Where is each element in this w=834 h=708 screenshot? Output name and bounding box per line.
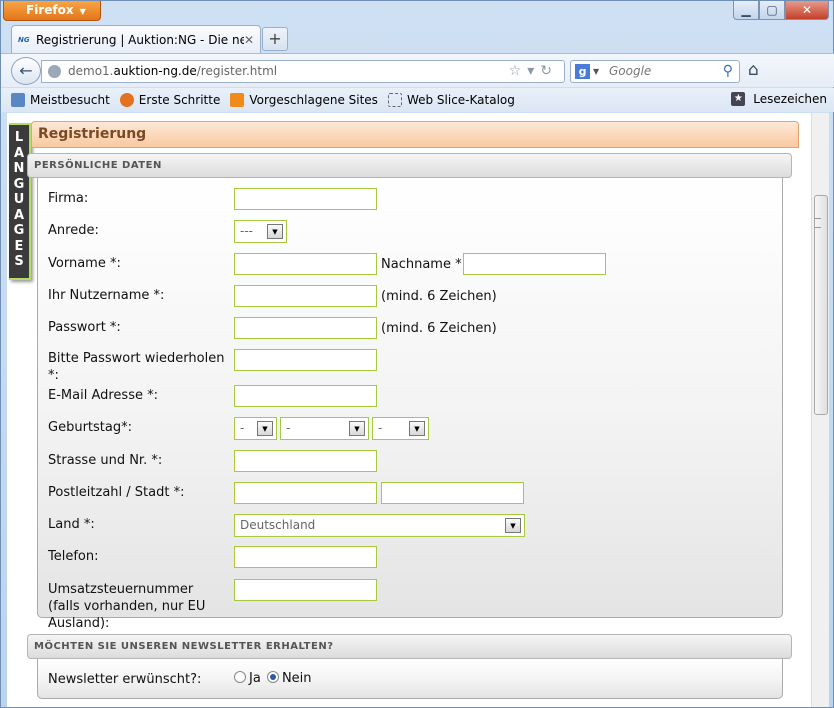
tab-registrierung[interactable]: NG Registrierung | Auktion:NG - Die neue…	[11, 25, 261, 53]
back-button[interactable]: ←	[11, 57, 41, 85]
page-scrollbar[interactable]	[811, 113, 829, 707]
email-input[interactable]	[234, 385, 377, 407]
scrollbar-thumb[interactable]	[814, 195, 828, 415]
plz-input[interactable]	[234, 482, 377, 504]
site-favicon-icon: NG	[18, 35, 30, 44]
google-icon[interactable]: g	[575, 64, 590, 79]
bookmark-meistbesucht[interactable]: Meistbesucht	[11, 93, 110, 107]
birthday-day-select[interactable]: - ▼	[234, 417, 277, 440]
close-tab-icon[interactable]: ✕	[244, 33, 254, 47]
label-plz-stadt: Postleitzahl / Stadt *:	[48, 485, 185, 500]
languages-tab[interactable]: LANGUAGES	[9, 123, 31, 280]
ust-input[interactable]	[234, 579, 377, 601]
chevron-down-icon: ▼	[257, 421, 273, 436]
newsletter-radio-group: Ja Nein	[234, 671, 312, 686]
tab-bar: NG Registrierung | Auktion:NG - Die neue…	[1, 23, 834, 53]
bookmark-star-icon[interactable]: ☆	[509, 63, 528, 79]
firma-input[interactable]	[234, 188, 377, 210]
chevron-down-icon: ▼	[505, 518, 521, 533]
passwort-wiederholen-input[interactable]	[234, 349, 377, 371]
firefox-menu-button[interactable]: Firefox ▼	[3, 1, 101, 21]
search-icon[interactable]: ⚲	[723, 61, 733, 82]
label-ust: Umsatzsteuernummer (falls vorhanden, nur…	[48, 582, 206, 631]
label-email: E-Mail Adresse *:	[48, 388, 158, 403]
bookmark-vorgeschlagene-sites[interactable]: Vorgeschlagene Sites	[230, 93, 378, 107]
section-header-newsletter: MÖCHTEN SIE UNSEREN NEWSLETTER ERHALTEN?	[27, 634, 792, 659]
firefox-icon	[119, 93, 134, 107]
label-passwort: Passwort *:	[48, 320, 121, 335]
tab-title: Registrierung | Auktion:NG - Die neue G.…	[36, 32, 244, 47]
suggested-sites-icon	[230, 93, 245, 107]
bookmark-web-slice-katalog[interactable]: Web Slice-Katalog	[387, 93, 515, 107]
chevron-down-icon: ▼	[409, 421, 425, 436]
maximize-button[interactable]: ▢	[759, 1, 785, 20]
telefon-input[interactable]	[234, 546, 377, 568]
page-title: Registrierung	[31, 121, 799, 148]
strasse-input[interactable]	[234, 450, 377, 472]
label-land: Land *:	[48, 517, 95, 532]
browser-window: Firefox ▼ ▁ ▢ ✕ NG Registrierung | Auktio…	[0, 0, 834, 708]
url-bar[interactable]: demo1.auktion-ng.de/register.html ☆▾↻	[41, 60, 565, 83]
reload-icon[interactable]: ↻	[540, 63, 558, 79]
minimize-button[interactable]: ▁	[733, 1, 759, 20]
section-header-personal: PERSÖNLICHE DATEN	[27, 153, 792, 178]
home-icon[interactable]: ⌂	[748, 60, 759, 80]
nachname-input[interactable]	[463, 253, 606, 275]
chevron-down-icon: ▼	[349, 421, 365, 436]
dropdown-icon[interactable]: ▾	[527, 63, 540, 79]
bookmarks-menu-button[interactable]: ★ Lesezeichen	[731, 92, 827, 106]
window-controls: ▁ ▢ ✕	[733, 1, 829, 20]
label-passwort-wiederholen: Bitte Passwort wiederholen *:	[48, 351, 225, 383]
birthday-year-select[interactable]: - ▼	[372, 417, 429, 440]
search-input[interactable]: g ▼ Google ⚲	[570, 60, 740, 83]
label-strasse: Strasse und Nr. *:	[48, 453, 163, 468]
label-vorname: Vorname *:	[48, 256, 121, 271]
nutzername-input[interactable]	[234, 285, 377, 307]
newsletter-no-radio[interactable]	[266, 671, 279, 683]
birthday-month-select[interactable]: - ▼	[280, 417, 369, 440]
navigation-bar: ← demo1.auktion-ng.de/register.html ☆▾↻ …	[1, 53, 834, 87]
most-visited-icon	[11, 93, 25, 107]
label-nutzername: Ihr Nutzername *:	[48, 288, 165, 303]
label-telefon: Telefon:	[48, 549, 99, 564]
vorname-input[interactable]	[234, 253, 377, 275]
anrede-select[interactable]: --- ▼	[234, 220, 287, 243]
hint-nutzername: (mind. 6 Zeichen)	[381, 289, 497, 304]
chevron-down-icon: ▼	[267, 224, 283, 239]
label-firma: Firma:	[48, 191, 89, 206]
personal-data-section: Firma: Anrede: --- ▼ Vorname *: Nachname …	[37, 178, 783, 631]
scrollbar-grip-icon	[815, 218, 821, 228]
newsletter-section: Newsletter erwünscht?: Ja Nein	[37, 659, 783, 699]
label-nachname: Nachname *	[381, 257, 462, 272]
star-icon: ★	[731, 92, 746, 106]
label-geburtstag: Geburtstag*:	[48, 420, 132, 435]
bookmarks-bar: Meistbesucht Erste Schritte Vorgeschlage…	[1, 88, 834, 112]
passwort-input[interactable]	[234, 317, 377, 339]
close-window-button[interactable]: ✕	[785, 1, 829, 20]
land-select[interactable]: Deutschland ▼	[234, 514, 525, 537]
bookmark-erste-schritte[interactable]: Erste Schritte	[119, 93, 220, 107]
label-anrede: Anrede:	[48, 223, 99, 238]
label-newsletter: Newsletter erwünscht?:	[48, 672, 202, 687]
hint-passwort: (mind. 6 Zeichen)	[381, 321, 497, 336]
globe-icon	[48, 65, 61, 78]
page-content: LANGUAGES Registrierung PERSÖNLICHE DATE…	[7, 113, 811, 707]
newsletter-yes-radio[interactable]	[234, 671, 246, 683]
web-slice-icon	[387, 93, 402, 107]
chevron-down-icon[interactable]: ▼	[593, 61, 599, 82]
stadt-input[interactable]	[381, 482, 524, 504]
new-tab-button[interactable]: +	[262, 27, 288, 51]
